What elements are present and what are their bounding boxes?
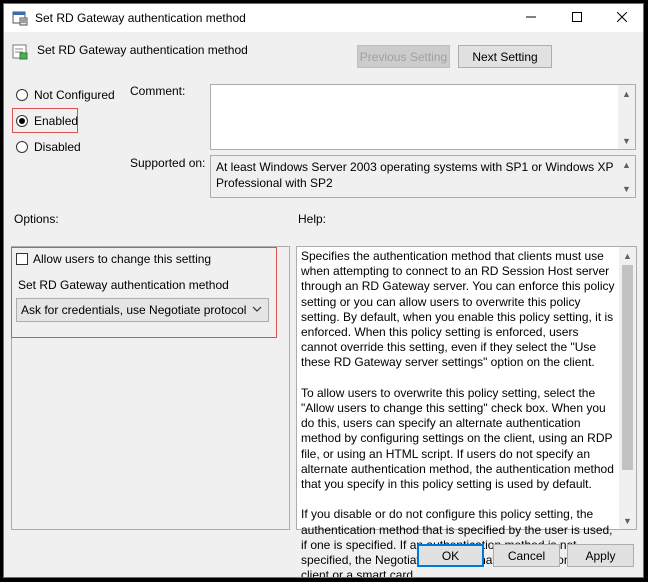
minimize-button[interactable] xyxy=(509,4,553,32)
radio-enabled-label: Enabled xyxy=(34,114,79,128)
next-setting-button[interactable]: Next Setting xyxy=(458,45,552,68)
allow-change-checkbox-box xyxy=(16,253,28,265)
help-paragraph: If you disable or do not configure this … xyxy=(301,507,613,578)
maximize-button[interactable] xyxy=(555,4,599,32)
supported-on-label: Supported on: xyxy=(130,156,206,170)
help-text: Specifies the authentication method that… xyxy=(301,249,616,578)
help-paragraph: To allow users to overwrite this policy … xyxy=(301,385,614,492)
comment-scrollbar[interactable]: ▲ ▼ xyxy=(618,85,635,149)
auth-method-label: Set RD Gateway authentication method xyxy=(18,278,229,292)
window-title: Set RD Gateway authentication method xyxy=(35,11,246,25)
scroll-up-icon[interactable]: ▲ xyxy=(618,156,635,173)
help-label: Help: xyxy=(298,212,327,226)
cancel-button[interactable]: Cancel xyxy=(493,544,560,567)
auth-method-value: Ask for credentials, use Negotiate proto… xyxy=(21,303,247,317)
radio-disabled-indicator xyxy=(16,141,28,153)
help-paragraph: Specifies the authentication method that… xyxy=(301,249,615,370)
radio-enabled[interactable]: Enabled xyxy=(16,114,78,128)
help-panel: Specifies the authentication method that… xyxy=(296,246,637,577)
comment-label: Comment: xyxy=(130,84,186,98)
apply-button[interactable]: Apply xyxy=(567,544,634,567)
title-bar[interactable]: Set RD Gateway authentication method xyxy=(4,4,643,32)
allow-change-label: Allow users to change this setting xyxy=(33,252,212,266)
supported-on-box: At least Windows Server 2003 operating s… xyxy=(210,155,636,198)
radio-not-configured-label: Not Configured xyxy=(34,88,115,102)
allow-change-checkbox[interactable]: Allow users to change this setting xyxy=(16,252,211,266)
supported-scrollbar[interactable]: ▲ ▼ xyxy=(618,156,635,197)
chevron-down-icon xyxy=(252,303,262,318)
radio-disabled-label: Disabled xyxy=(34,140,81,154)
help-scrollbar[interactable]: ▲ ▼ xyxy=(619,247,636,529)
supported-on-text: At least Windows Server 2003 operating s… xyxy=(216,160,614,190)
policy-setting-icon xyxy=(12,44,28,60)
policy-dialog-window: Set RD Gateway authentication method Set… xyxy=(3,3,644,578)
options-label: Options: xyxy=(14,212,59,226)
radio-not-configured[interactable]: Not Configured xyxy=(16,88,115,102)
policy-title: Set RD Gateway authentication method xyxy=(37,43,248,57)
previous-setting-button[interactable]: Previous Setting xyxy=(357,45,450,68)
scroll-up-icon[interactable]: ▲ xyxy=(618,85,635,102)
policy-icon xyxy=(12,10,28,26)
scroll-down-icon[interactable]: ▼ xyxy=(619,512,636,529)
scroll-down-icon[interactable]: ▼ xyxy=(618,132,635,149)
maximize-icon xyxy=(572,11,582,25)
scroll-up-icon[interactable]: ▲ xyxy=(619,247,636,264)
comment-textarea[interactable]: ▲ ▼ xyxy=(210,84,636,150)
auth-method-dropdown[interactable]: Ask for credentials, use Negotiate proto… xyxy=(16,298,269,322)
minimize-icon xyxy=(526,11,536,25)
scroll-down-icon[interactable]: ▼ xyxy=(618,180,635,197)
radio-not-configured-indicator xyxy=(16,89,28,101)
radio-enabled-indicator xyxy=(16,115,28,127)
close-icon xyxy=(616,11,628,25)
close-button[interactable] xyxy=(600,4,643,32)
ok-button[interactable]: OK xyxy=(417,544,484,567)
radio-disabled[interactable]: Disabled xyxy=(16,140,81,154)
help-scrollbar-thumb[interactable] xyxy=(622,265,633,470)
